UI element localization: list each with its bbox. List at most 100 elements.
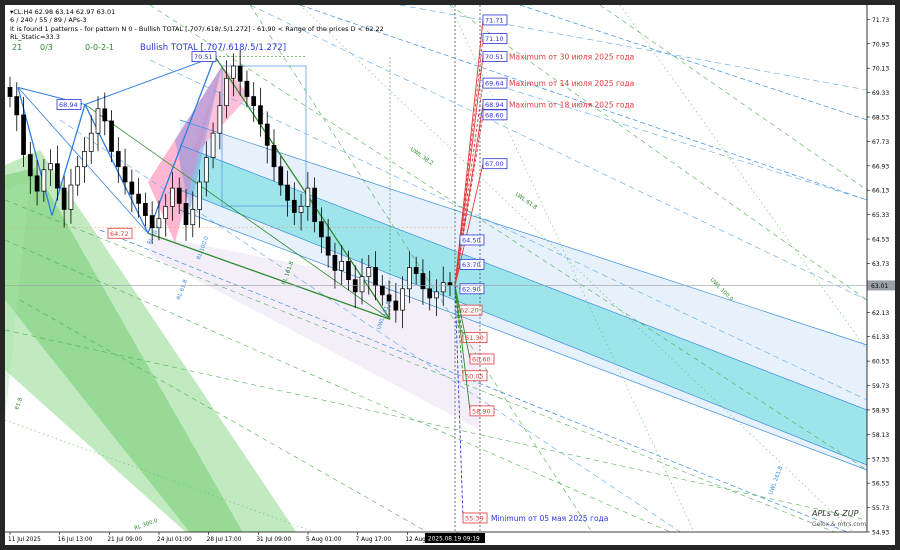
- target-down-value: 62.20: [460, 307, 479, 315]
- candle-body: [332, 254, 338, 271]
- price-tick-label: 55.73: [872, 505, 889, 512]
- candle-body: [264, 123, 270, 146]
- target-up-note: Maximum от 30 июля 2025 года: [509, 53, 634, 62]
- candle-body: [319, 221, 324, 238]
- price-tick-label: 58.13: [872, 432, 889, 439]
- candle-body: [217, 105, 223, 134]
- count-0-0-2-1: 0-0-2-1: [85, 43, 114, 52]
- candle-body: [447, 282, 453, 286]
- target-down-note: Minimum от 05 мая 2025 года: [491, 514, 608, 523]
- candle-body: [231, 65, 236, 79]
- price-tick-label: 57.33: [872, 456, 889, 463]
- target-down-value: 60.05: [465, 372, 484, 380]
- watermark-line2: Gelox & mtrs.com: [812, 521, 866, 528]
- candle-body: [210, 132, 216, 158]
- candle-body: [434, 291, 439, 299]
- candle-body: [61, 187, 67, 210]
- time-tick-label: 5 Aug 01:00: [306, 537, 342, 543]
- time-tick-label: 31 Jul 09:00: [256, 537, 291, 543]
- price-tick-label: 56.53: [872, 481, 889, 488]
- count-21: 21: [12, 43, 22, 52]
- candle-body: [251, 96, 257, 107]
- price-tick-label: 61.33: [872, 334, 889, 341]
- candle-body: [149, 215, 155, 229]
- candle-body: [312, 187, 317, 223]
- time-tick-label: 11 Jul 2025: [8, 537, 41, 543]
- candle-body: [82, 151, 87, 168]
- candle-body: [373, 267, 378, 287]
- target-up-value: 64.50: [462, 236, 481, 244]
- time-tick-label: 21 Jul 09:00: [107, 537, 142, 543]
- current-price-tag: 63.01: [867, 280, 895, 291]
- price-tick-label: 63.73: [872, 261, 889, 268]
- candle-body: [291, 199, 297, 213]
- price-tick-label: 62.13: [872, 310, 889, 317]
- candle-body: [420, 273, 426, 290]
- candle-body: [55, 163, 60, 189]
- candle-body: [440, 282, 446, 293]
- price-tick-label: 64.53: [872, 237, 889, 244]
- price-tick-label: 59.73: [872, 383, 889, 390]
- axis-background: [867, 5, 895, 545]
- candle-body: [21, 114, 26, 155]
- candle-body: [68, 184, 74, 210]
- found-line: It is found 1 patterns - for pattern N 0…: [10, 25, 384, 33]
- candle-body: [278, 166, 284, 186]
- candle-body: [75, 166, 81, 186]
- price-tick-label: 65.33: [872, 212, 889, 219]
- candle-body: [285, 184, 290, 201]
- candle-body: [427, 288, 433, 299]
- time-cursor-label: 2025.08.19 09:19: [428, 537, 480, 543]
- price-tick-label: 68.53: [872, 114, 889, 121]
- target-up-value: 71.71: [485, 16, 504, 24]
- candle-body: [95, 108, 101, 134]
- target-up-note: Maximum от 18 июля 2025 года: [509, 100, 634, 109]
- price-tick-label: 66.93: [872, 163, 889, 170]
- candle-body: [346, 260, 351, 280]
- candle-body: [237, 65, 243, 82]
- point-label-d: 70.51: [194, 53, 213, 61]
- target-up-value: 67.00: [485, 160, 504, 168]
- candle-body: [183, 202, 189, 226]
- price-tick-label: 70.93: [872, 41, 889, 48]
- candle-body: [244, 80, 250, 97]
- candle-body: [176, 187, 182, 204]
- candle-body: [359, 276, 365, 293]
- target-up-value: 71.10: [485, 35, 504, 43]
- candle-body: [366, 267, 372, 277]
- candle-body: [224, 77, 229, 107]
- target-up-value: 69.64: [485, 80, 504, 88]
- price-tick-label: 67.73: [872, 139, 889, 146]
- candle-body: [325, 236, 331, 256]
- time-tick-label: 24 Jul 01:00: [157, 537, 192, 543]
- price-tick-label: 54.93: [872, 530, 889, 537]
- candle-body: [170, 187, 175, 207]
- candle-body: [413, 267, 419, 274]
- candle-body: [7, 87, 13, 97]
- candle-body: [258, 105, 263, 125]
- price-tick-label: 70.13: [872, 66, 889, 73]
- time-tick-label: 28 Jul 17:00: [207, 537, 242, 543]
- static-line: RL_Static=33.3: [10, 33, 60, 41]
- candle-body: [27, 154, 33, 177]
- candle-body: [129, 181, 135, 195]
- target-up-value: 62.90: [462, 285, 481, 293]
- price-tag-label: 63.01: [871, 283, 888, 290]
- target-up-value: 70.51: [485, 53, 504, 61]
- price-tick-label: 58.93: [872, 407, 889, 414]
- candle-body: [393, 300, 399, 311]
- pattern-title: Bullish TOTAL [.707/.618/.5/1.272]: [140, 43, 286, 53]
- target-up-value: 68.94: [485, 101, 504, 109]
- candle-body: [163, 206, 169, 219]
- candle-body: [136, 193, 141, 204]
- candle-body: [48, 163, 53, 171]
- candle-body: [115, 151, 121, 168]
- watermark-line1: APLs & ZUP: [811, 509, 859, 518]
- candle-body: [88, 132, 94, 152]
- candle-body: [34, 175, 40, 192]
- target-up-value: 63.70: [462, 261, 481, 269]
- candle-body: [14, 96, 20, 116]
- target-down-value: 61.30: [465, 334, 484, 342]
- target-down-value: 60.60: [472, 355, 491, 363]
- candle-body: [190, 209, 196, 226]
